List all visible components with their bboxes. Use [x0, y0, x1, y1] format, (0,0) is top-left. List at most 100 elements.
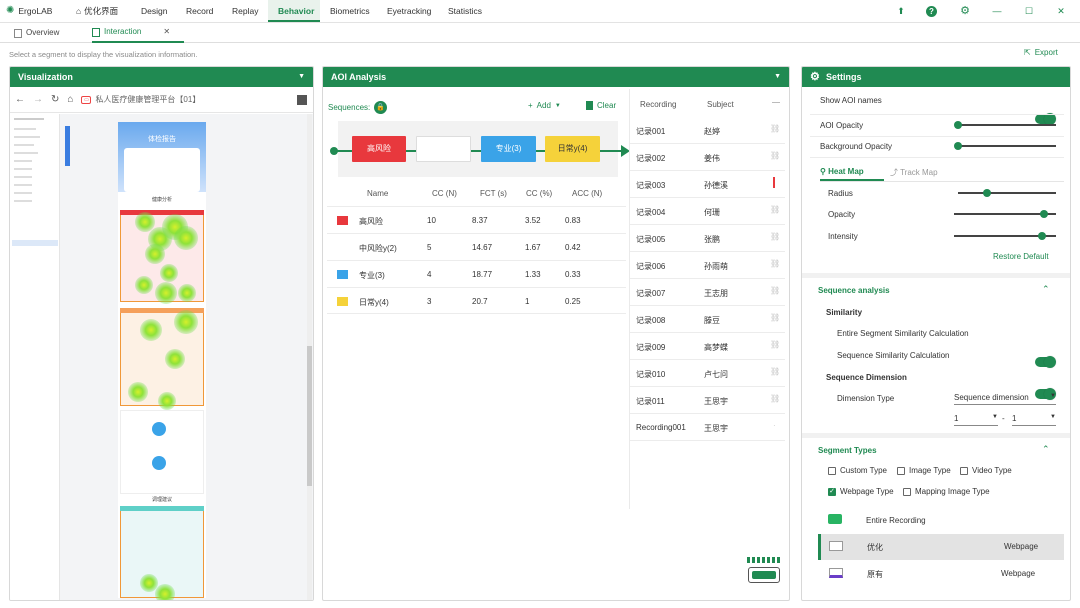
- recording-row[interactable]: 记录005 张鹏 ⛓: [630, 225, 785, 252]
- intensity-slider[interactable]: [954, 232, 1056, 240]
- radius-slider[interactable]: [958, 189, 1056, 197]
- recording-row[interactable]: 记录004 何珊 ⛓: [630, 198, 785, 225]
- entire-similarity-toggle[interactable]: [1035, 356, 1056, 368]
- refresh-icon[interactable]: ↻: [51, 94, 59, 105]
- aoi-row[interactable]: 中风险y(2) 5 14.67 1.67 0.42: [327, 233, 626, 260]
- recording-row[interactable]: 记录003 孙德溪: [630, 171, 785, 198]
- plus-icon: +: [528, 101, 533, 110]
- maximize-icon[interactable]: ☐: [1022, 4, 1036, 18]
- menu-statistics[interactable]: Statistics: [438, 0, 492, 22]
- segment-row-youhua[interactable]: 优化 Webpage: [818, 534, 1064, 560]
- minimize-icon[interactable]: —: [990, 4, 1004, 18]
- aoi-row[interactable]: 高风险 10 8.37 3.52 0.83: [327, 206, 626, 233]
- recording-row[interactable]: 记录009 高梦蝶 ⛓: [630, 333, 785, 360]
- segment-types-header[interactable]: Segment Types: [818, 446, 877, 455]
- recording-row[interactable]: Recording001 王思宇 ·: [630, 414, 785, 441]
- tab-heat-map[interactable]: ⚲ Heat Map: [820, 167, 884, 181]
- opacity-slider[interactable]: [954, 210, 1056, 218]
- menu-design[interactable]: Design: [131, 0, 177, 22]
- recording-row[interactable]: 记录007 王志朋 ⛓: [630, 279, 785, 306]
- preview-scrollbar-thumb[interactable]: [307, 346, 312, 486]
- gear-icon[interactable]: ⚙: [958, 4, 972, 18]
- aoi-opacity-slider[interactable]: [954, 121, 1056, 129]
- background-opacity-slider[interactable]: [954, 142, 1056, 150]
- link-icon[interactable]: ⛓: [770, 394, 780, 403]
- visualization-panel: Visualization▼ ← → ↻ ⌂ ▭ 私人医疗健康管理平台【01】: [9, 66, 314, 601]
- slider-knob[interactable]: [954, 142, 962, 150]
- ergolab-logo-icon: ✺: [6, 5, 15, 16]
- sequence-node-4[interactable]: 日常y(4): [545, 136, 600, 162]
- tab-interaction[interactable]: Interaction ✕: [92, 23, 184, 43]
- marker-icon[interactable]: [773, 177, 775, 188]
- link-icon[interactable]: ⛓: [770, 259, 780, 268]
- link-icon[interactable]: ⛓: [770, 286, 780, 295]
- chevron-up-icon[interactable]: ⌃: [1042, 284, 1050, 295]
- menu-home[interactable]: ⌂ 优化界面: [66, 0, 128, 22]
- tab-close-icon[interactable]: ✕: [163, 22, 170, 42]
- recording-row[interactable]: 记录002 姜伟 ⛓: [630, 144, 785, 171]
- slider-knob[interactable]: [954, 121, 962, 129]
- tab-bar: Overview Interaction ✕: [0, 23, 1080, 43]
- recording-row[interactable]: 记录010 卢七问 ⛓: [630, 360, 785, 387]
- recording-row[interactable]: 记录006 孙雨萌 ⛓: [630, 252, 785, 279]
- add-sequence-button[interactable]: + Add ▼: [528, 101, 561, 110]
- dimension-type-select[interactable]: Sequence dimension ▼: [954, 393, 1056, 405]
- link-icon[interactable]: ⛓: [770, 340, 780, 349]
- recording-row[interactable]: 记录011 王思宇 ⛓: [630, 387, 785, 414]
- mapping-image-type-checkbox[interactable]: Mapping Image Type: [903, 487, 990, 496]
- close-icon[interactable]: ✕: [1054, 4, 1068, 18]
- sequence-node-3[interactable]: 专业(3): [481, 136, 536, 162]
- menu-replay[interactable]: Replay: [222, 0, 268, 22]
- dimension-from-select[interactable]: 1 ▼: [954, 414, 998, 426]
- slider-knob[interactable]: [983, 189, 992, 197]
- custom-type-checkbox[interactable]: Custom Type: [828, 466, 887, 475]
- back-icon[interactable]: ←: [15, 94, 25, 105]
- preview-toolstrip: [65, 126, 70, 166]
- lock-icon[interactable]: 🔒: [374, 101, 388, 114]
- export-button[interactable]: ⇱ Export: [1024, 48, 1058, 57]
- video-type-checkbox[interactable]: Video Type: [960, 466, 1012, 475]
- chevron-up-icon[interactable]: ⌃: [1042, 444, 1050, 455]
- image-type-checkbox[interactable]: Image Type: [897, 466, 951, 475]
- segment-row-yuanyou[interactable]: 原有 Webpage: [818, 561, 1064, 587]
- sequence-node-2[interactable]: [416, 136, 471, 162]
- help-icon[interactable]: ?: [926, 6, 937, 17]
- menu-eyetracking[interactable]: Eyetracking: [377, 0, 441, 22]
- dimension-to-select[interactable]: 1 ▼: [1012, 414, 1056, 426]
- url-bar[interactable]: ▭ 私人医疗健康管理平台【01】: [81, 94, 200, 105]
- link-icon[interactable]: ⛓: [770, 313, 780, 322]
- webpage-type-checkbox[interactable]: ✓ Webpage Type: [828, 487, 894, 496]
- aoi-row[interactable]: 专业(3) 4 18.77 1.33 0.33: [327, 260, 626, 287]
- clear-sequence-button[interactable]: Clear: [586, 101, 616, 110]
- link-icon[interactable]: ⛓: [770, 205, 780, 214]
- segment-row-entire[interactable]: Entire Recording: [802, 507, 1070, 533]
- link-icon[interactable]: ⛓: [770, 151, 780, 160]
- upload-icon[interactable]: ⬆: [894, 4, 908, 18]
- tab-track-map[interactable]: ⤴ Track Map: [890, 167, 938, 178]
- sequence-analysis-header[interactable]: Sequence analysis: [818, 286, 890, 295]
- slider-knob[interactable]: [1039, 210, 1048, 218]
- fullscreen-icon[interactable]: [297, 94, 307, 105]
- menu-behavior[interactable]: Behavior: [268, 0, 320, 22]
- slider-knob[interactable]: [1037, 232, 1046, 240]
- show-aoi-names-toggle[interactable]: [1035, 113, 1056, 125]
- home-icon[interactable]: ⌂: [67, 94, 73, 105]
- aoi-row[interactable]: 日常y(4) 3 20.7 1 0.25: [327, 287, 626, 314]
- menu-record[interactable]: Record: [176, 0, 223, 22]
- panel-toggle-button[interactable]: [748, 567, 780, 583]
- aoi-color-swatch: [337, 270, 348, 279]
- menu-biometrics[interactable]: Biometrics: [320, 0, 380, 22]
- tab-overview[interactable]: Overview: [14, 23, 59, 43]
- report-column: 体检报告 健康分析 调理建议: [118, 122, 206, 598]
- link-icon[interactable]: ⛓: [770, 232, 780, 241]
- restore-default-button[interactable]: Restore Default: [993, 252, 1049, 261]
- link-icon[interactable]: ⛓: [770, 367, 780, 376]
- caret-down-icon[interactable]: ▼: [774, 67, 781, 87]
- dot-icon[interactable]: ·: [773, 421, 776, 430]
- link-icon[interactable]: ⛓: [770, 124, 780, 133]
- caret-down-icon[interactable]: ▼: [298, 67, 305, 87]
- recording-row[interactable]: 记录001 赵婷 ⛓: [630, 117, 785, 144]
- recording-row[interactable]: 记录008 滕豆 ⛓: [630, 306, 785, 333]
- sequence-node-1[interactable]: 高风险: [352, 136, 406, 162]
- forward-icon[interactable]: →: [33, 94, 43, 105]
